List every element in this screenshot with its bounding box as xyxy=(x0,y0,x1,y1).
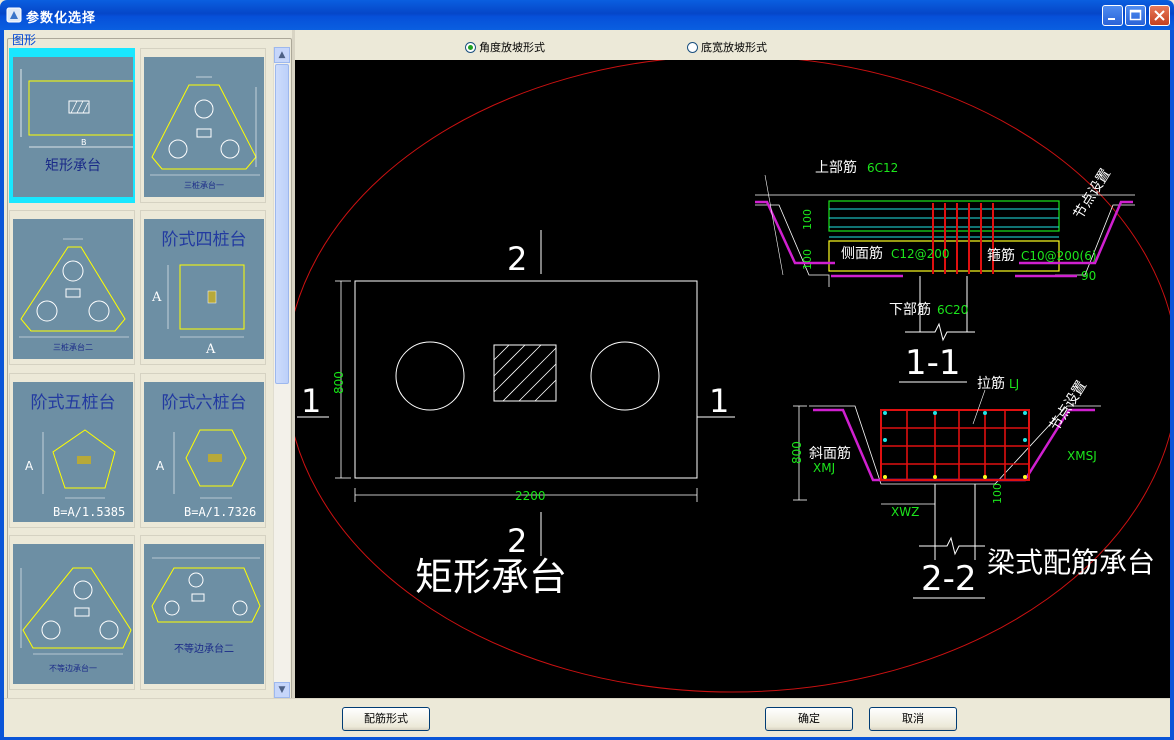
step-five-pile-dim-a: A xyxy=(25,459,34,473)
thumb-caption-unequal-2: 不等边承台二 xyxy=(174,644,234,655)
pile-left xyxy=(395,341,465,411)
three-pile-2-diagram xyxy=(19,238,129,338)
sec11-node-label: 节点设置 xyxy=(1071,166,1114,222)
sec11-stirrup-value: C10@200(6) xyxy=(1021,249,1097,263)
chevron-up-icon: ▲ xyxy=(278,50,286,60)
window-frame-left xyxy=(0,30,4,740)
plan-outline xyxy=(354,280,698,479)
rect-cap-diagram: B xyxy=(20,69,133,148)
maximize-icon xyxy=(1129,9,1142,21)
plan-dim-height: 800 xyxy=(332,371,346,394)
unequal-2-diagram xyxy=(151,557,261,623)
chevron-down-icon: ▼ xyxy=(278,685,286,695)
thumbnail-list: B 矩形承台 三桩承台一 三桩承台二 阶式四桩台 A A 阶式五桩台 A B=A… xyxy=(9,48,273,698)
close-icon xyxy=(1154,10,1165,21)
sec11-top-bar-label: 上部筋 xyxy=(815,159,857,176)
slope-mode-bar: 角度放坡形式 底宽放坡形式 xyxy=(295,30,1170,60)
step-four-pile-diagram: A A xyxy=(151,264,245,357)
thumb-step-five-pile[interactable]: 阶式五桩台 A B=A/1.5385 xyxy=(9,373,135,528)
rebar-form-button[interactable]: 配筋形式 xyxy=(342,707,430,731)
section-mark-left: 1 xyxy=(301,382,321,420)
step-four-pile-dim-b: A xyxy=(205,342,216,357)
sec22-dim-height: 800 xyxy=(790,441,804,464)
sec22-slope-value: XMJ xyxy=(813,461,835,475)
sec11-bottom-bar-label: 下部筋 xyxy=(889,301,931,318)
radio-width-slope-label: 底宽放坡形式 xyxy=(701,41,767,54)
minimize-button[interactable] xyxy=(1102,5,1123,26)
thumb-caption-three-pile-2: 三桩承台二 xyxy=(53,343,93,352)
plan-dim-width: 2200 xyxy=(515,489,546,503)
sec22-tie-label: 拉筋 xyxy=(977,375,1005,392)
pile-right xyxy=(590,341,660,411)
sec11-dim-bottom: 100 xyxy=(801,249,814,270)
scroll-down-button[interactable]: ▼ xyxy=(274,682,290,698)
sec11-side-bar-label: 侧面筋 xyxy=(841,245,883,262)
window-title: 参数化选择 xyxy=(26,11,97,26)
sec11-title: 1-1 xyxy=(905,343,961,383)
thumb-three-pile-1[interactable]: 三桩承台一 xyxy=(140,48,266,203)
radio-angle-slope[interactable]: 角度放坡形式 xyxy=(465,39,545,55)
step-six-pile-formula: B=A/1.7326 xyxy=(184,505,256,519)
radio-width-slope[interactable]: 底宽放坡形式 xyxy=(687,39,767,55)
title-bar: 参数化选择 xyxy=(0,0,1174,30)
section-1-1: 上部筋 6C12 侧面筋 C12@200 箍筋 C10@200(6) 下部筋 6… xyxy=(755,159,1135,383)
plan-title: 矩形承台 xyxy=(415,555,567,599)
step-five-pile-formula: B=A/1.5385 xyxy=(53,505,125,519)
shape-group-label: 图形 xyxy=(12,33,37,47)
thumb-rect-cap[interactable]: B 矩形承台 xyxy=(9,48,135,203)
radio-dot-selected[interactable] xyxy=(465,41,476,53)
sec11-angle: 90 xyxy=(1081,269,1096,283)
bottom-bar: 配筋形式 确定 取消 xyxy=(4,698,1170,737)
sec11-bottom-bar-value: 6C20 xyxy=(937,303,968,317)
app-icon xyxy=(6,7,22,23)
ok-button[interactable]: 确定 xyxy=(765,707,853,731)
step-five-pile-diagram: A B=A/1.5385 xyxy=(25,429,125,519)
thumb-step-four-pile[interactable]: 阶式四桩台 A A xyxy=(140,210,266,365)
sec22-xwz: XWZ xyxy=(891,505,919,519)
sec11-top-bar-value: 6C12 xyxy=(867,161,898,175)
sec22-title: 2-2 xyxy=(921,559,977,599)
three-pile-1-diagram xyxy=(150,76,260,176)
sec22-xmsj: XMSJ xyxy=(1067,449,1097,463)
thumb-step-six-pile[interactable]: 阶式六桩台 A B=A/1.7326 xyxy=(140,373,266,528)
sec11-stirrup-label: 箍筋 xyxy=(987,247,1015,264)
beam-cap-title: 梁式配筋承台 xyxy=(987,546,1155,579)
sec11-dim-top: 100 xyxy=(801,209,814,230)
cancel-button[interactable]: 取消 xyxy=(869,707,957,731)
radio-dot[interactable] xyxy=(687,41,698,53)
scroll-thumb[interactable] xyxy=(275,64,289,384)
rect-cap-dim: B xyxy=(81,138,87,147)
sec11-side-bar-value: C12@200 xyxy=(891,247,950,261)
thumb-three-pile-2[interactable]: 三桩承台二 xyxy=(9,210,135,365)
thumb-unequal-1[interactable]: 不等边承台一 xyxy=(9,535,135,690)
step-four-pile-dim-a: A xyxy=(151,290,162,305)
drawing-canvas: 800 2200 2 2 1 1 矩形承台 上部筋 6C12 侧面筋 C12@2… xyxy=(295,60,1170,698)
section-mark-right: 1 xyxy=(709,382,729,420)
thumb-caption-three-pile-1: 三桩承台一 xyxy=(184,181,224,190)
scroll-up-button[interactable]: ▲ xyxy=(274,47,290,63)
section-2-2: 800 100 拉筋 LJ 斜面筋 XMJ XMSJ XWZ 节点设置 2-2 … xyxy=(790,375,1155,599)
minimize-icon xyxy=(1108,18,1115,20)
step-six-pile-diagram: A B=A/1.7326 xyxy=(156,429,256,519)
thumb-caption-unequal-1: 不等边承台一 xyxy=(49,664,97,673)
drawing-svg: 800 2200 2 2 1 1 矩形承台 上部筋 6C12 侧面筋 C12@2… xyxy=(295,60,1170,693)
thumbnail-scrollbar[interactable]: ▲ ▼ xyxy=(273,47,290,698)
close-button[interactable] xyxy=(1149,5,1170,26)
sec22-slope-label: 斜面筋 xyxy=(809,445,851,462)
sec22-tie-value: LJ xyxy=(1009,377,1019,391)
sec22-dim-small: 100 xyxy=(991,483,1004,504)
radio-angle-slope-label: 角度放坡形式 xyxy=(479,41,545,54)
window-frame-right xyxy=(1170,30,1174,740)
maximize-button[interactable] xyxy=(1125,5,1146,26)
thumb-caption-rect-cap: 矩形承台 xyxy=(45,158,101,174)
section-mark-top: 2 xyxy=(507,240,527,278)
step-six-pile-dim-a: A xyxy=(156,459,165,473)
thumb-unequal-2[interactable]: 不等边承台二 xyxy=(140,535,266,690)
